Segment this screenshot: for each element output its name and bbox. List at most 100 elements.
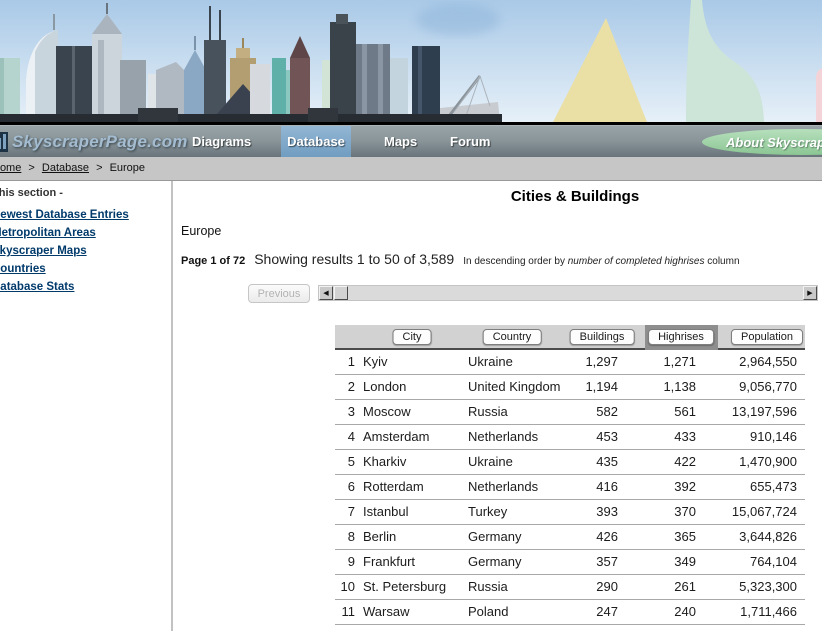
pink-tower-shape	[816, 68, 822, 122]
breadcrumb-home-link[interactable]: Home	[0, 162, 21, 174]
row-highrises: 370	[618, 500, 696, 524]
row-rank: 7	[335, 500, 355, 524]
nav-item-forum[interactable]: Forum	[436, 126, 504, 158]
row-city: Warsaw	[363, 600, 468, 624]
nav-item-database[interactable]: Database	[281, 126, 351, 158]
sidebar-link-countries[interactable]: Countries	[0, 260, 171, 278]
row-highrises: 261	[618, 575, 696, 599]
row-highrises: 422	[618, 450, 696, 474]
row-country: Russia	[468, 575, 575, 599]
page: SkyscraperPage.com Diagrams Database Map…	[0, 0, 822, 631]
sidebar-link-skyscraper-maps[interactable]: Skyscraper Maps	[0, 242, 171, 260]
row-population: 2,964,550	[696, 350, 797, 374]
row-country: Netherlands	[468, 475, 575, 499]
row-city: Moscow	[363, 400, 468, 424]
column-button-buildings[interactable]: Buildings	[570, 329, 635, 345]
breadcrumb-database-link[interactable]: Database	[42, 162, 89, 174]
row-city: St. Petersburg	[363, 575, 468, 599]
about-skyscraperpage-button[interactable]: About SkyscraperPage	[702, 129, 822, 155]
row-rank: 8	[335, 525, 355, 549]
row-rank: 2	[335, 375, 355, 399]
row-rank: 3	[335, 400, 355, 424]
breadcrumb: Home > Database > Europe	[0, 157, 822, 181]
results-meta: Page 1 of 72 Showing results 1 to 50 of …	[181, 251, 822, 267]
row-city: Rotterdam	[363, 475, 468, 499]
table-row[interactable]: 10 St. Petersburg Russia 290 261 5,323,3…	[335, 575, 805, 600]
row-population: 3,644,826	[696, 525, 797, 549]
breadcrumb-separator: >	[28, 162, 34, 174]
table-row[interactable]: 7 Istanbul Turkey 393 370 15,067,724	[335, 500, 805, 525]
site-banner	[0, 0, 822, 122]
row-population: 5,323,300	[696, 575, 797, 599]
column-button-population[interactable]: Population	[731, 329, 803, 345]
scrollbar-thumb[interactable]	[334, 286, 348, 300]
skyline-illustration	[0, 0, 822, 122]
row-country: United Kingdom	[468, 375, 575, 399]
column-button-city[interactable]: City	[393, 329, 432, 345]
row-rank: 4	[335, 425, 355, 449]
row-country: Poland	[468, 600, 575, 624]
row-country: Germany	[468, 525, 575, 549]
row-buildings: 290	[575, 575, 618, 599]
row-buildings: 426	[575, 525, 618, 549]
table-row[interactable]: 4 Amsterdam Netherlands 453 433 910,146	[335, 425, 805, 450]
table-row[interactable]: 2 London United Kingdom 1,194 1,138 9,05…	[335, 375, 805, 400]
breadcrumb-current: Europe	[110, 162, 145, 174]
table-row[interactable]: 3 Moscow Russia 582 561 13,197,596	[335, 400, 805, 425]
row-population: 13,197,596	[696, 400, 797, 424]
scrollbar-left-arrow-icon[interactable]: ◀	[319, 286, 333, 300]
nav-item-diagrams[interactable]: Diagrams	[178, 126, 265, 158]
logo-text: SkyscraperPage.com	[12, 132, 188, 152]
table-row[interactable]: 1 Kyiv Ukraine 1,297 1,271 2,964,550	[335, 350, 805, 375]
row-buildings: 1,297	[575, 350, 618, 374]
row-country: Turkey	[468, 500, 575, 524]
results-info: Showing results 1 to 50 of 3,589	[254, 251, 454, 267]
scrollbar-right-arrow-icon[interactable]: ▶	[803, 286, 817, 300]
table-row[interactable]: 5 Kharkiv Ukraine 435 422 1,470,900	[335, 450, 805, 475]
breadcrumb-separator: >	[96, 162, 102, 174]
nav-item-maps[interactable]: Maps	[370, 126, 431, 158]
row-buildings: 247	[575, 600, 618, 624]
content-area: This section - Newest Database Entries M…	[0, 181, 822, 631]
previous-button[interactable]: Previous	[248, 284, 310, 303]
table-row[interactable]: 9 Frankfurt Germany 357 349 764,104	[335, 550, 805, 575]
sidebar-link-metropolitan-areas[interactable]: Metropolitan Areas	[0, 224, 171, 242]
row-city: Istanbul	[363, 500, 468, 524]
sidebar-link-newest-database-entries[interactable]: Newest Database Entries	[0, 206, 171, 224]
table-row[interactable]: 8 Berlin Germany 426 365 3,644,826	[335, 525, 805, 550]
row-highrises: 365	[618, 525, 696, 549]
row-population: 764,104	[696, 550, 797, 574]
row-buildings: 1,194	[575, 375, 618, 399]
row-highrises: 240	[618, 600, 696, 624]
row-rank: 11	[335, 600, 355, 624]
row-city: Amsterdam	[363, 425, 468, 449]
row-country: Netherlands	[468, 425, 575, 449]
sidebar-link-database-stats[interactable]: Database Stats	[0, 278, 171, 296]
row-highrises: 1,138	[618, 375, 696, 399]
table-header: City Country Buildings Highrises Populat…	[335, 325, 805, 350]
row-highrises: 1,271	[618, 350, 696, 374]
row-buildings: 393	[575, 500, 618, 524]
browser-viewport: SkyscraperPage.com Diagrams Database Map…	[0, 0, 822, 631]
row-population: 655,473	[696, 475, 797, 499]
table-row[interactable]: 6 Rotterdam Netherlands 416 392 655,473	[335, 475, 805, 500]
page-title: Cities & Buildings	[335, 188, 815, 205]
row-population: 15,067,724	[696, 500, 797, 524]
row-city: Frankfurt	[363, 550, 468, 574]
site-logo[interactable]: SkyscraperPage.com	[0, 130, 188, 154]
column-button-highrises[interactable]: Highrises	[648, 329, 714, 345]
table-row[interactable]: 11 Warsaw Poland 247 240 1,711,466	[335, 600, 805, 625]
row-highrises: 433	[618, 425, 696, 449]
row-highrises: 349	[618, 550, 696, 574]
sort-order-note: In descending order by number of complet…	[463, 256, 739, 267]
table-body: 1 Kyiv Ukraine 1,297 1,271 2,964,550 2 L…	[335, 350, 805, 625]
row-buildings: 582	[575, 400, 618, 424]
row-population: 1,470,900	[696, 450, 797, 474]
sidebar: This section - Newest Database Entries M…	[0, 181, 171, 631]
about-label: About SkyscraperPage	[702, 135, 822, 150]
row-city: Kharkiv	[363, 450, 468, 474]
row-rank: 10	[335, 575, 355, 599]
cloud-shape	[416, 4, 500, 36]
column-button-country[interactable]: Country	[483, 329, 542, 345]
horizontal-scrollbar[interactable]: ◀ ▶	[318, 285, 818, 301]
